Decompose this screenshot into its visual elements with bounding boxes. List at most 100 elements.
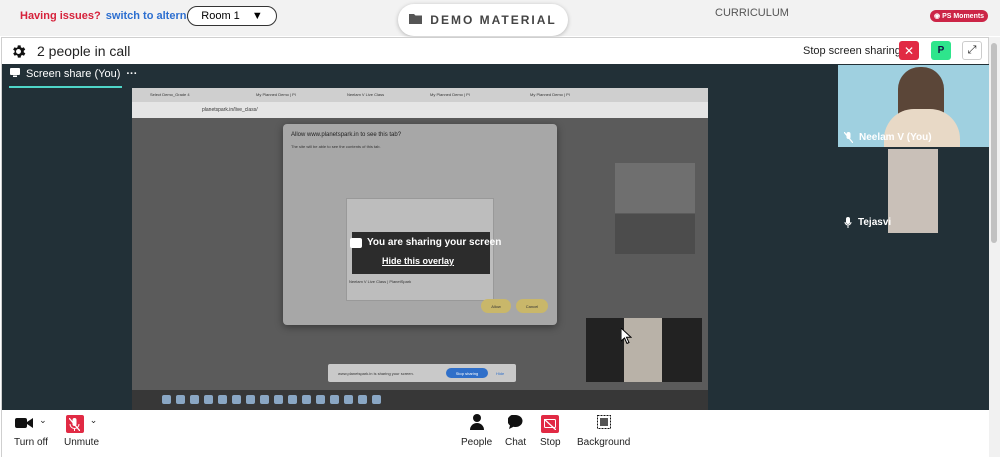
people-button[interactable]: People <box>461 414 492 448</box>
participant-label: Tejasvi <box>844 217 891 231</box>
browser-tab: Select Demo_Grade 4 <box>150 92 190 97</box>
screen-share-tab[interactable]: Screen share (You) ··· <box>10 68 137 80</box>
taskbar-icon <box>344 395 353 404</box>
chat-bubble-icon <box>507 414 523 434</box>
participant-video <box>888 149 938 233</box>
taskbar-icon <box>232 395 241 404</box>
taskbar-icon <box>176 395 185 404</box>
screen-share-label: Screen share (You) <box>26 68 121 80</box>
curriculum-tab[interactable]: CURRICULUM <box>715 7 789 19</box>
sharing-banner: You are sharing your screen <box>350 237 501 248</box>
cancel-button[interactable]: Cancel <box>516 299 548 313</box>
background-icon <box>596 415 611 433</box>
unmute-button[interactable]: ⌄ Unmute <box>64 414 100 449</box>
mouse-cursor-icon <box>620 326 633 347</box>
gear-icon[interactable] <box>10 43 27 60</box>
upload-icon <box>350 237 362 248</box>
participant-name: Tejasvi <box>858 217 892 228</box>
browser-tab: My Planned Demo | Pl <box>256 92 296 97</box>
participants-panel: Neelam V (You) Tejasvi <box>837 64 990 410</box>
people-label: People <box>461 437 493 448</box>
room-select-value: Room 1 <box>201 10 240 22</box>
person-icon <box>469 414 484 434</box>
profile-button[interactable]: P <box>931 41 951 60</box>
taskbar-icon <box>274 395 283 404</box>
room-select[interactable]: Room 1 ▼ <box>187 6 277 26</box>
notice-hide-link[interactable]: Hide <box>496 371 504 376</box>
taskbar-icon <box>302 395 311 404</box>
share-permission-dialog: Allow www.planetspark.in to see this tab… <box>283 124 557 325</box>
taskbar-icon <box>260 395 269 404</box>
page-scrollbar[interactable] <box>989 37 1000 457</box>
close-icon: ✕ <box>903 43 915 58</box>
unmute-label: Unmute <box>64 437 100 448</box>
hide-overlay-link[interactable]: Hide this overlay <box>382 256 454 266</box>
chevron-down-icon[interactable]: ⌄ <box>90 415 98 426</box>
allow-button[interactable]: Allow <box>481 299 511 313</box>
microphone-off-icon <box>65 415 84 433</box>
browser-tab-strip: Select Demo_Grade 4 My Planned Demo | Pl… <box>132 88 708 102</box>
demo-material-button[interactable]: DEMO MATERIAL <box>398 4 568 36</box>
taskbar-icon <box>330 395 339 404</box>
taskbar-icons <box>162 395 381 404</box>
notice-stop-button[interactable]: Stop sharing <box>446 368 488 378</box>
taskbar-icon <box>204 395 213 404</box>
call-panel: 2 people in call Stop screen sharing ✕ P… <box>1 37 990 458</box>
shared-participant-tile <box>615 214 695 254</box>
folder-icon <box>409 13 423 27</box>
ps-moments-button[interactable]: ◉ PS Moments <box>930 10 989 22</box>
demo-material-label: DEMO MATERIAL <box>430 13 557 27</box>
preview-tab-name: Neelam V Live Class | PlanetSpark <box>349 279 412 284</box>
sharing-notice-bar: www.planetspark.in is sharing your scree… <box>328 364 516 382</box>
windows-taskbar <box>132 390 708 410</box>
chat-button[interactable]: Chat <box>505 414 526 448</box>
chevron-down-icon: ▼ <box>251 10 263 22</box>
issues-text: Having issues? <box>20 10 101 22</box>
participant-tile-tejasvi[interactable]: Tejasvi <box>838 149 989 233</box>
participant-name: Neelam V (You) <box>859 132 932 143</box>
participant-tile-neelam[interactable]: Neelam V (You) <box>838 65 989 147</box>
sharing-banner-text: You are sharing your screen <box>367 237 502 248</box>
camera-button[interactable]: ⌄ Turn off <box>14 414 48 449</box>
notice-text: www.planetspark.in is sharing your scree… <box>338 371 414 376</box>
taskbar-icon <box>358 395 367 404</box>
chevron-down-icon[interactable]: ⌄ <box>39 415 47 426</box>
browser-address-bar: planetspark.in/live_class/ <box>132 102 708 118</box>
taskbar-icon <box>190 395 199 404</box>
camera-label: Turn off <box>14 437 48 448</box>
expand-button[interactable]: ⤢ <box>962 41 982 60</box>
active-tab-indicator <box>9 86 122 88</box>
stop-share-button[interactable]: Stop <box>540 414 561 448</box>
taskbar-icon <box>246 395 255 404</box>
stop-label: Stop <box>540 437 561 448</box>
microphone-icon <box>844 217 852 231</box>
top-bar: Having issues? switch to alternate room … <box>0 0 1000 36</box>
dialog-title: Allow www.planetspark.in to see this tab… <box>291 132 402 138</box>
tab-preview <box>346 198 494 301</box>
background-button[interactable]: Background <box>577 414 630 448</box>
camera-icon: ◉ <box>934 13 943 20</box>
browser-tab: My Planned Demo | Pl <box>430 92 470 97</box>
participant-label: Neelam V (You) <box>843 131 932 146</box>
shared-self-view <box>586 318 702 382</box>
video-camera-icon <box>15 416 34 433</box>
expand-icon: ⤢ <box>967 44 977 56</box>
browser-tab: Neelam V Live Class <box>347 92 385 97</box>
scrollbar-thumb[interactable] <box>991 43 997 243</box>
taskbar-icon <box>316 395 325 404</box>
browser-tab: My Planned Demo | Pl <box>530 92 570 97</box>
taskbar-icon <box>162 395 171 404</box>
taskbar-icon <box>372 395 381 404</box>
screen-share-stop-icon <box>541 415 560 433</box>
screen-share-icon <box>10 68 20 80</box>
shared-participant-tile <box>615 163 695 213</box>
call-controls: ⌄ Turn off ⌄ Unmute People Chat Stop Bac… <box>2 410 990 458</box>
taskbar-icon <box>218 395 227 404</box>
stop-sharing-button[interactable]: ✕ <box>899 41 919 60</box>
shared-screen: Select Demo_Grade 4 My Planned Demo | Pl… <box>132 88 708 410</box>
microphone-off-icon <box>843 131 854 146</box>
stop-sharing-label: Stop screen sharing <box>803 45 901 57</box>
more-options-icon[interactable]: ··· <box>126 68 137 80</box>
video-stage: Screen share (You) ··· Select Demo_Grade… <box>2 64 990 410</box>
dialog-subtitle: The site will be able to see the content… <box>291 144 381 149</box>
